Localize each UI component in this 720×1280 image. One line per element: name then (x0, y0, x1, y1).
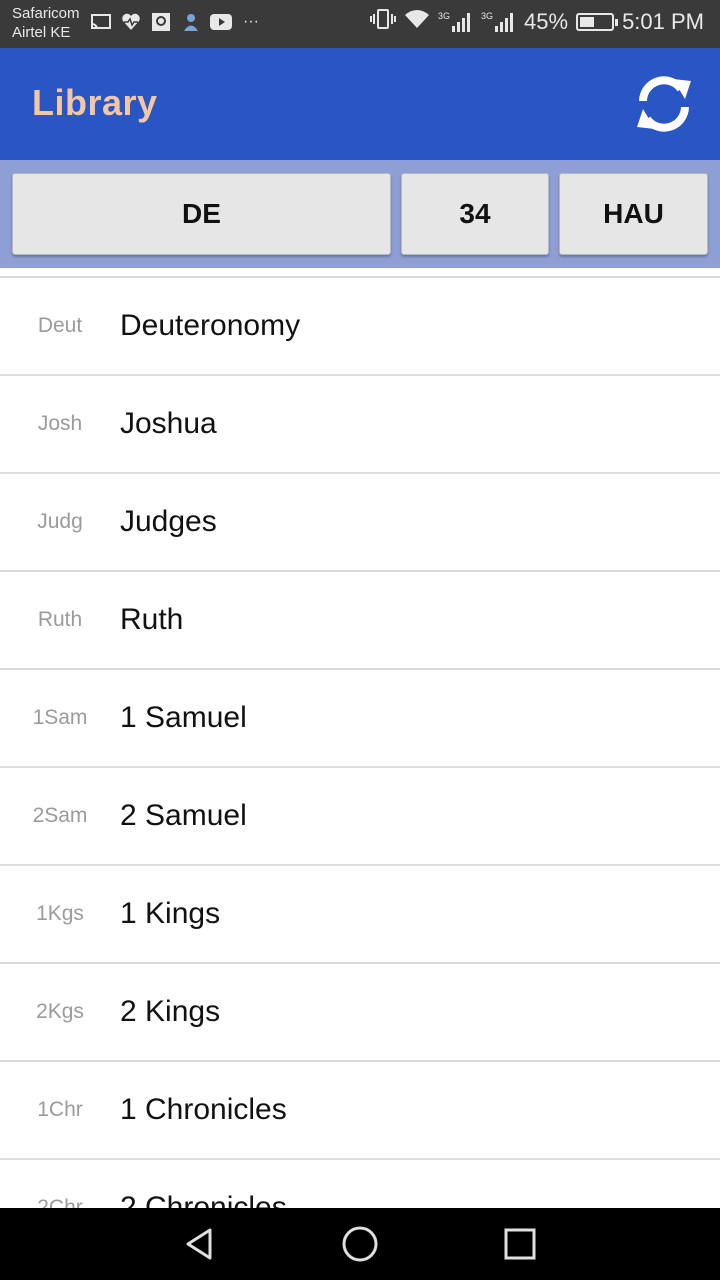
home-button[interactable] (330, 1218, 390, 1270)
battery-icon (576, 13, 619, 31)
book-row[interactable]: 1Sam 1 Samuel (0, 670, 720, 768)
clock: 5:01 PM (622, 9, 704, 34)
book-abbreviation: 1Sam (32, 706, 88, 729)
chapter-button[interactable]: 34 (401, 173, 549, 255)
navigation-bar (0, 1208, 720, 1280)
home-circle-icon (342, 1226, 378, 1262)
carrier-info: Safaricom Airtel KE (12, 4, 80, 42)
book-name: 1 Kings (120, 897, 221, 930)
carrier-2: Airtel KE (12, 24, 71, 41)
app-bar: Library (0, 48, 720, 160)
book-row[interactable]: 1Kgs 1 Kings (0, 866, 720, 964)
book-name: 2 Kings (120, 995, 221, 1028)
book-row[interactable]: 1Chr 1 Chronicles (0, 1062, 720, 1160)
book-name: 1 Chronicles (120, 1093, 287, 1126)
book-row[interactable]: Josh Joshua (0, 376, 720, 474)
carrier-1: Safaricom (12, 5, 80, 22)
book-abbreviation: 1Chr (37, 1098, 83, 1121)
photo-icon (150, 12, 172, 32)
book-name: Ruth (120, 603, 184, 636)
book-abbreviation: Deut (37, 314, 83, 337)
cast-icon (90, 12, 112, 32)
book-name: 2 Chronicles (120, 1191, 287, 1208)
book-row[interactable]: Ruth Ruth (0, 572, 720, 670)
book-name: 1 Samuel (120, 701, 247, 734)
book-row[interactable]: 2Chr 2 Chronicles (0, 1160, 720, 1208)
notification-icons: ··· (90, 12, 262, 32)
back-button[interactable] (170, 1218, 230, 1270)
book-abbreviation: 2Chr (37, 1196, 83, 1208)
book-name: 2 Samuel (120, 799, 247, 832)
battery-percent: 45% (524, 9, 569, 34)
status-bar: Safaricom Airtel KE ··· 3G 3G 45% 5:01 P… (0, 0, 720, 48)
book-row[interactable]: Deut Deuteronomy (0, 278, 720, 376)
youtube-icon (210, 12, 232, 32)
book-name: Judges (120, 505, 217, 538)
book-abbreviation: Judg (37, 510, 83, 533)
page-title: Library (32, 82, 158, 123)
recents-button[interactable] (490, 1218, 550, 1270)
book-row[interactable]: 2Kgs 2 Kings (0, 964, 720, 1062)
version-button[interactable]: DE (12, 173, 391, 255)
book-list[interactable]: Deut Deuteronomy Josh Joshua Judg Judges Ruth R… (0, 268, 720, 1208)
passage-selector: DE 34 HAU (0, 160, 720, 268)
signal-1-icon: 3G (438, 11, 473, 33)
person-icon (180, 12, 202, 32)
book-abbreviation: 2Kgs (36, 1000, 84, 1023)
book-abbreviation: Josh (37, 412, 83, 435)
back-triangle-icon (186, 1228, 212, 1260)
recents-square-icon (504, 1228, 536, 1260)
book-name: Joshua (120, 407, 217, 440)
book-abbreviation: 2Sam (32, 804, 88, 827)
system-status: 3G 3G 45% 5:01 PM (369, 8, 704, 36)
refresh-icon (637, 76, 691, 132)
wifi-icon (404, 8, 430, 36)
book-abbreviation: 1Kgs (36, 902, 84, 925)
battery-level (580, 17, 595, 27)
book-row[interactable]: 2Sam 2 Samuel (0, 768, 720, 866)
signal-2-icon: 3G (481, 11, 516, 33)
book-name: Deuteronomy (120, 309, 301, 342)
more-icon: ··· (243, 13, 259, 30)
heart-rate-icon (120, 12, 142, 32)
vibrate-icon (369, 8, 396, 36)
refresh-button[interactable] (630, 70, 698, 138)
book-row[interactable]: Judg Judges (0, 474, 720, 572)
language-button[interactable]: HAU (559, 173, 708, 255)
book-abbreviation: Ruth (37, 608, 83, 631)
